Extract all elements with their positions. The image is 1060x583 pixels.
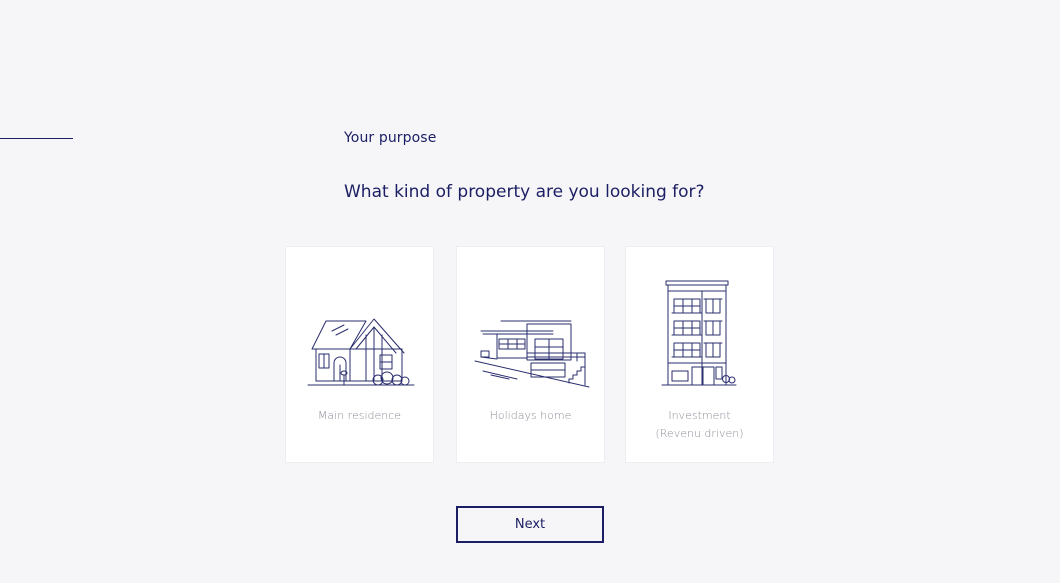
page-title: What kind of property are you looking fo…: [344, 182, 705, 202]
option-label: Holidays home: [489, 409, 572, 422]
option-card-holidays-home[interactable]: Holidays home: [457, 247, 604, 462]
option-card-investment[interactable]: Investment (Revenu driven): [626, 247, 773, 462]
option-label-line-1: Investment: [668, 409, 731, 422]
progress-indicator: [0, 138, 73, 139]
option-card-main-residence[interactable]: Main residence: [286, 247, 433, 462]
apartment-building-icon: [661, 280, 737, 386]
option-label-line-2: (Revenu driven): [655, 427, 744, 440]
option-label: Main residence: [317, 409, 402, 422]
step-label: Your purpose: [344, 130, 437, 146]
modern-house-icon: [474, 320, 590, 388]
house-icon: [307, 318, 415, 386]
next-button[interactable]: Next: [456, 506, 604, 543]
